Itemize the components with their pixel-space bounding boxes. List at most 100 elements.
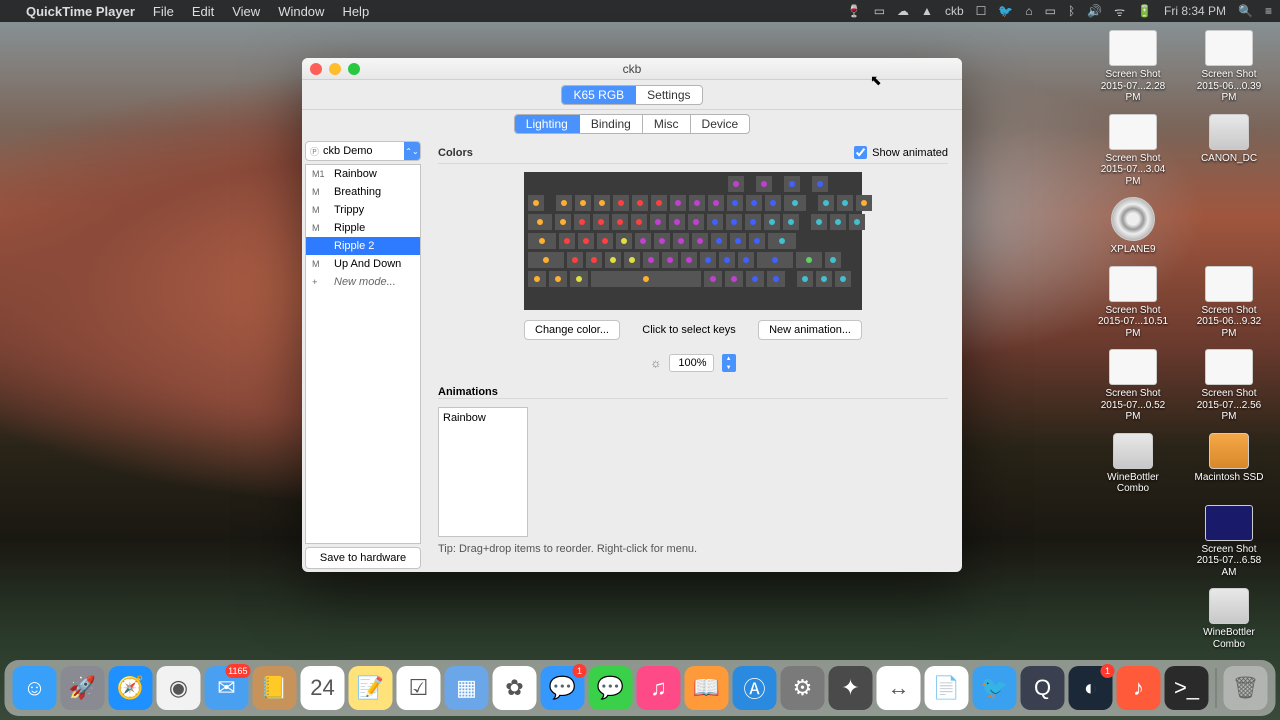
mode-item[interactable]: MRipple: [306, 219, 420, 237]
dock-chrome[interactable]: ◉: [157, 666, 201, 710]
keyboard-key[interactable]: [681, 252, 697, 268]
keyboard-key[interactable]: [528, 252, 564, 268]
desktop-icon[interactable]: Screen Shot 2015-07...2.56 PM: [1190, 349, 1268, 423]
keyboard-key[interactable]: [567, 252, 583, 268]
volume-icon[interactable]: 🔊: [1087, 4, 1102, 18]
desktop-icon[interactable]: Screen Shot 2015-07...3.04 PM: [1094, 114, 1172, 188]
dock-ibooks[interactable]: 📖: [685, 666, 729, 710]
keyboard-key[interactable]: [825, 252, 841, 268]
keyboard-key[interactable]: [707, 214, 723, 230]
dock-finder[interactable]: ☺: [13, 666, 57, 710]
brightness-stepper[interactable]: ▲▼: [722, 354, 736, 372]
keyboard-key[interactable]: [586, 252, 602, 268]
keyboard-key[interactable]: [849, 214, 865, 230]
desktop-icon[interactable]: XPLANE9: [1094, 197, 1172, 256]
desktop-icon[interactable]: WineBottler Combo: [1094, 433, 1172, 495]
subtab-binding[interactable]: Binding: [580, 115, 643, 133]
keyboard-key[interactable]: [578, 233, 594, 249]
minimize-button[interactable]: [329, 63, 341, 75]
tab-k65rgb[interactable]: K65 RGB: [562, 86, 636, 104]
keyboard-key[interactable]: [559, 233, 575, 249]
close-button[interactable]: [310, 63, 322, 75]
save-to-hardware-button[interactable]: Save to hardware: [305, 547, 421, 569]
desktop-icon[interactable]: Screen Shot 2015-07...6.58 AM: [1190, 505, 1268, 579]
keyboard-key[interactable]: [757, 252, 793, 268]
dock-appstore[interactable]: Ⓐ: [733, 666, 777, 710]
keyboard-key[interactable]: [556, 195, 572, 211]
dock-calendar[interactable]: 24: [301, 666, 345, 710]
mode-item[interactable]: +New mode...: [306, 273, 420, 291]
menu-help[interactable]: Help: [342, 4, 369, 19]
mode-item[interactable]: MUp And Down: [306, 255, 420, 273]
titlebar[interactable]: ckb: [302, 58, 962, 80]
dock-trash[interactable]: 🗑: [1224, 666, 1268, 710]
desktop-icon[interactable]: Screen Shot 2015-06...9.32 PM: [1190, 266, 1268, 340]
dock-safari[interactable]: 🧭: [109, 666, 153, 710]
chevron-updown-icon[interactable]: ⌃⌄: [404, 142, 420, 160]
keyboard-key[interactable]: [528, 195, 544, 211]
dock-sysprefs[interactable]: ⚙: [781, 666, 825, 710]
keyboard-key[interactable]: [575, 195, 591, 211]
keyboard-key[interactable]: [835, 271, 851, 287]
keyboard-key[interactable]: [811, 214, 827, 230]
keyboard-key[interactable]: [528, 233, 556, 249]
dock-teamviewer[interactable]: ↔: [877, 666, 921, 710]
change-color-button[interactable]: Change color...: [524, 320, 620, 340]
dock-messages1[interactable]: 💬1: [541, 666, 585, 710]
keyboard-key[interactable]: [574, 214, 590, 230]
profile-select[interactable]: Ⓟ ckb Demo ⌃⌄: [305, 141, 421, 161]
keyboard-key[interactable]: [837, 195, 853, 211]
keyboard-visualizer[interactable]: [524, 172, 862, 310]
keyboard-key[interactable]: [700, 252, 716, 268]
keyboard-key[interactable]: [613, 195, 629, 211]
subtab-lighting[interactable]: Lighting: [515, 115, 580, 133]
keyboard-key[interactable]: [635, 233, 651, 249]
keyboard-key[interactable]: [796, 252, 822, 268]
notifications-icon[interactable]: ≡: [1265, 4, 1272, 18]
menu-view[interactable]: View: [232, 4, 260, 19]
keyboard-key[interactable]: [756, 176, 772, 192]
keyboard-key[interactable]: [692, 233, 708, 249]
tray-icon[interactable]: ⌂: [1025, 4, 1032, 18]
mode-item[interactable]: Ripple 2: [306, 237, 420, 255]
bluetooth-icon[interactable]: ᛒ: [1068, 4, 1075, 18]
keyboard-key[interactable]: [616, 233, 632, 249]
keyboard-key[interactable]: [726, 214, 742, 230]
keyboard-key[interactable]: [746, 271, 764, 287]
menu-file[interactable]: File: [153, 4, 174, 19]
desktop-icon[interactable]: Macintosh SSD: [1190, 433, 1268, 495]
keyboard-key[interactable]: [631, 214, 647, 230]
subtab-device[interactable]: Device: [691, 115, 750, 133]
animation-item[interactable]: Rainbow: [443, 412, 523, 424]
keyboard-key[interactable]: [632, 195, 648, 211]
menu-window[interactable]: Window: [278, 4, 324, 19]
dock-steam[interactable]: ◐1: [1069, 666, 1113, 710]
keyboard-key[interactable]: [624, 252, 640, 268]
keyboard-key[interactable]: [818, 195, 834, 211]
desktop-icon[interactable]: Screen Shot 2015-07...2.28 PM: [1094, 30, 1172, 104]
ckb-tray-icon[interactable]: ckb: [945, 4, 964, 18]
dropbox-icon[interactable]: ☐: [976, 4, 987, 18]
keyboard-key[interactable]: [830, 214, 846, 230]
keyboard-key[interactable]: [528, 214, 552, 230]
keyboard-key[interactable]: [784, 195, 806, 211]
wifi-icon[interactable]: ᯤ: [1114, 3, 1125, 20]
dock-photos[interactable]: ✿: [493, 666, 537, 710]
new-animation-button[interactable]: New animation...: [758, 320, 862, 340]
dock-office[interactable]: ▦: [445, 666, 489, 710]
menubar-clock[interactable]: Fri 8:34 PM: [1164, 4, 1226, 18]
airplay-icon[interactable]: ▭: [1045, 4, 1056, 18]
mode-item[interactable]: MTrippy: [306, 201, 420, 219]
keyboard-key[interactable]: [746, 195, 762, 211]
keyboard-key[interactable]: [528, 271, 546, 287]
desktop-icon[interactable]: Screen Shot 2015-07...10.51 PM: [1094, 266, 1172, 340]
keyboard-key[interactable]: [783, 214, 799, 230]
keyboard-key[interactable]: [856, 195, 872, 211]
mode-item[interactable]: M1Rainbow: [306, 165, 420, 183]
display-icon[interactable]: ▭: [874, 4, 885, 18]
keyboard-key[interactable]: [669, 214, 685, 230]
keyboard-key[interactable]: [727, 195, 743, 211]
keyboard-key[interactable]: [605, 252, 621, 268]
dock-reminders[interactable]: ☑: [397, 666, 441, 710]
twitter-tray-icon[interactable]: 🐦: [998, 4, 1013, 18]
